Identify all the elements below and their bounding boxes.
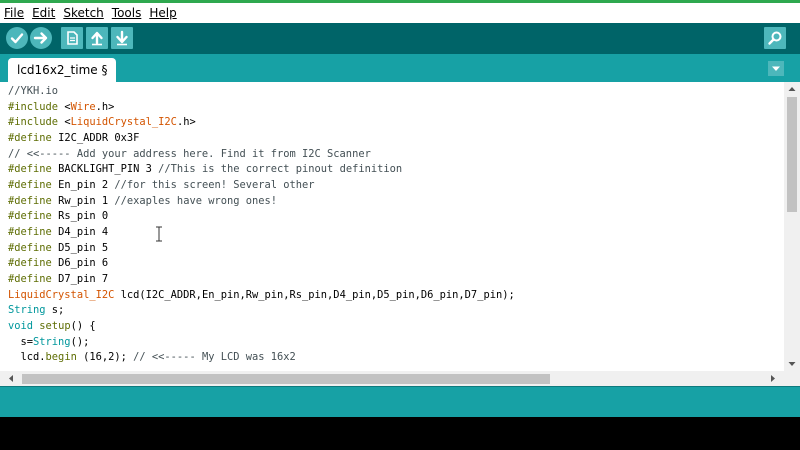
menu-tools[interactable]: Tools [108, 3, 146, 23]
tab-menu-button[interactable] [768, 61, 784, 76]
tab-lcd16x2-time[interactable]: lcd16x2_time § [8, 58, 117, 82]
scroll-down-icon[interactable] [784, 358, 800, 370]
menu-help[interactable]: Help [145, 3, 180, 23]
document-icon [67, 31, 78, 45]
vertical-scroll-thumb[interactable] [787, 97, 797, 212]
chevron-down-icon [772, 66, 780, 71]
save-button[interactable] [111, 27, 133, 49]
scrollbar-corner [784, 371, 800, 386]
serial-monitor-button[interactable] [764, 27, 786, 49]
scroll-up-icon[interactable] [784, 83, 800, 95]
scroll-right-icon[interactable] [766, 371, 780, 386]
scroll-left-icon[interactable] [4, 371, 18, 386]
menu-bar: File Edit Sketch Tools Help [0, 3, 800, 23]
horizontal-scrollbar[interactable] [0, 371, 784, 386]
vertical-scrollbar[interactable] [784, 82, 800, 371]
horizontal-scroll-thumb[interactable] [22, 374, 550, 384]
menu-edit[interactable]: Edit [28, 3, 59, 23]
upload-button[interactable] [30, 27, 52, 49]
arrow-down-icon [116, 30, 128, 46]
tab-bar: lcd16x2_time § [0, 54, 800, 82]
open-button[interactable] [86, 27, 108, 49]
console-output [0, 417, 800, 450]
status-bar [0, 386, 800, 417]
magnifier-icon [768, 31, 782, 45]
menu-sketch[interactable]: Sketch [59, 3, 107, 23]
code-text[interactable]: //YKH.io #include <Wire.h> #include <Liq… [8, 84, 515, 366]
arrow-up-icon [91, 31, 103, 46]
code-line: // <<----- Add your address here. Find i… [8, 147, 371, 160]
check-icon [10, 33, 24, 44]
toolbar [0, 23, 800, 54]
code-editor[interactable]: //YKH.io #include <Wire.h> #include <Liq… [0, 82, 784, 371]
verify-button[interactable] [6, 27, 28, 49]
new-button[interactable] [61, 27, 83, 49]
code-line: //YKH.io [8, 85, 59, 97]
text-cursor-icon [156, 226, 162, 242]
menu-file[interactable]: File [0, 3, 28, 23]
arrow-right-icon [33, 32, 48, 44]
code-line: #include [8, 100, 59, 113]
